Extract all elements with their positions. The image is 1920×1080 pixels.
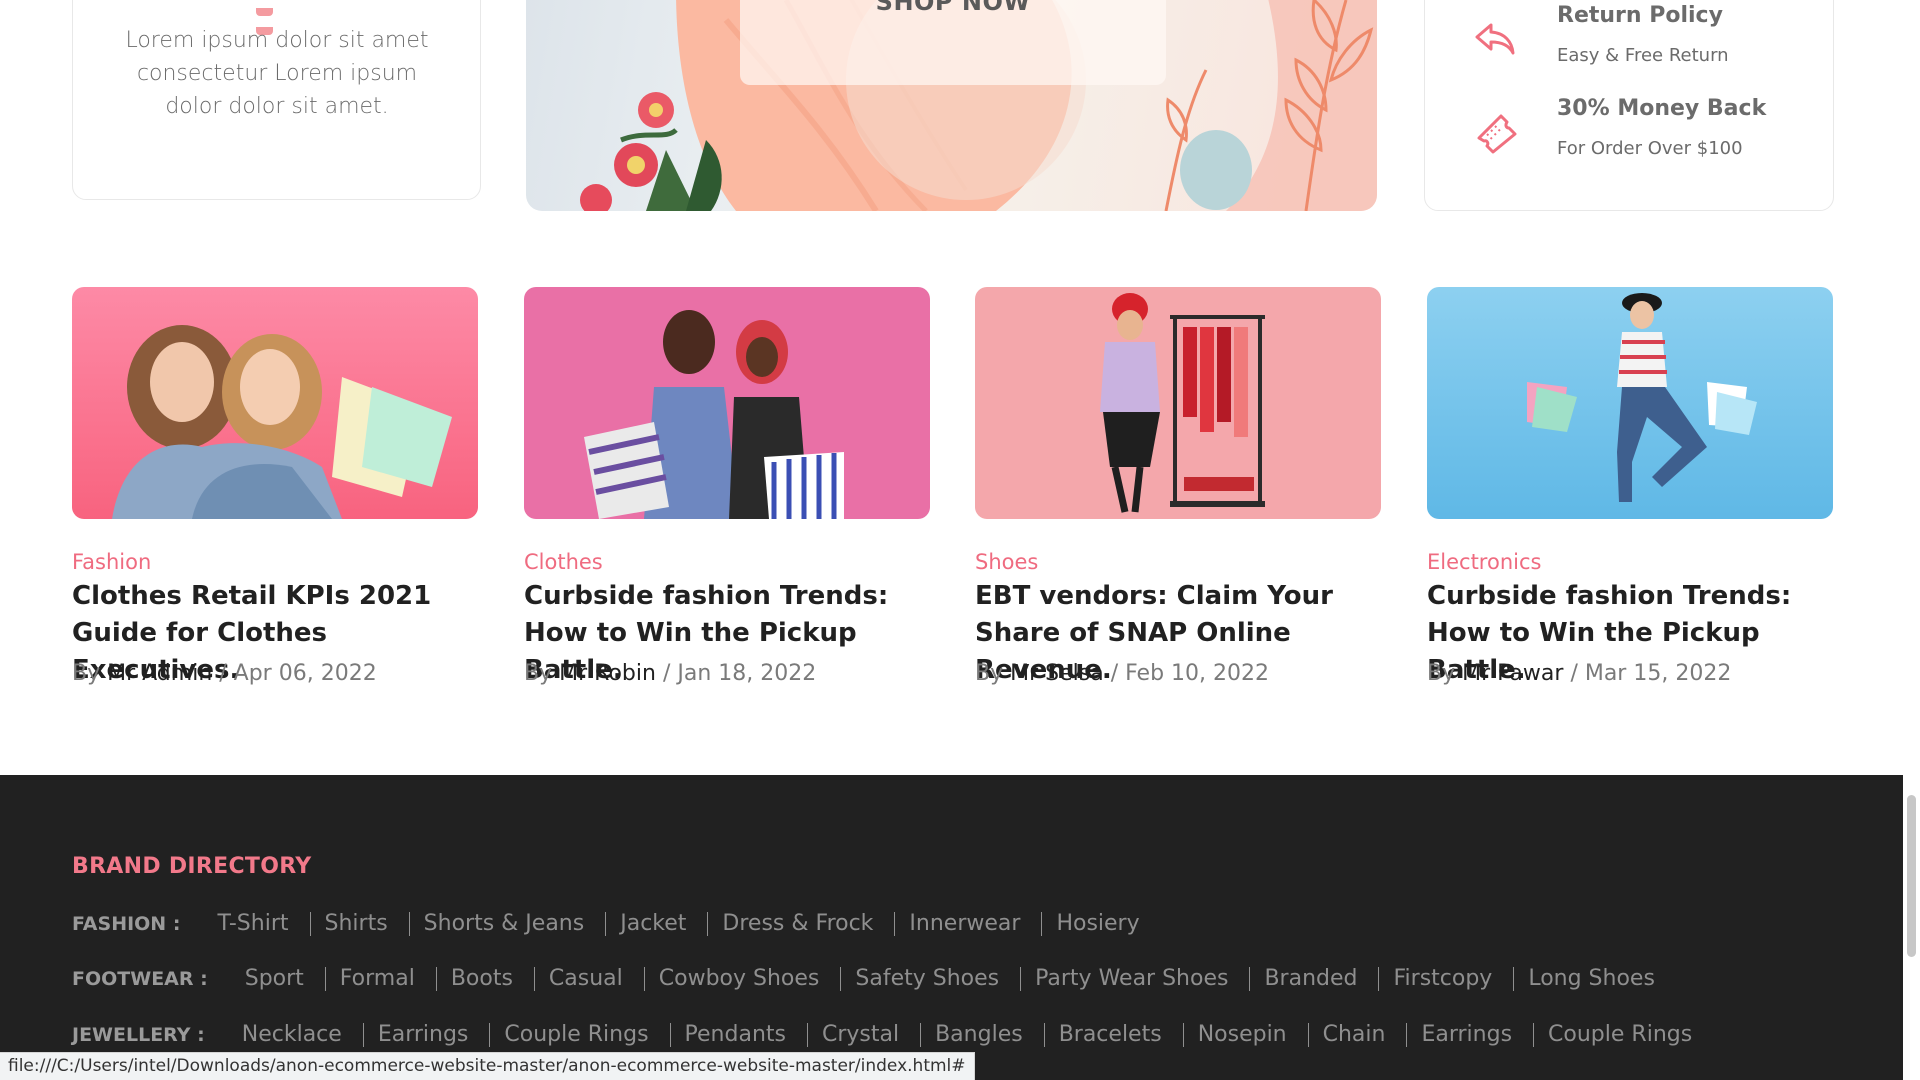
directory-row-footwear: FOOTWEAR : Sport Formal Boots Casual Cow… [72,966,1669,996]
directory-link[interactable]: Cowboy Shoes [643,967,834,991]
footer: BRAND DIRECTORY FASHION : T-Shirt Shirts… [0,775,1903,1080]
directory-link[interactable]: Safety Shoes [840,967,1013,991]
service-money-back: 30% Money Back For Order Over $100 [1471,96,1811,166]
blog-meta: By Mr Robin / Jan 18, 2022 [524,661,816,686]
blog-category[interactable]: Shoes [975,550,1038,574]
directory-link[interactable]: Firstcopy [1378,967,1506,991]
return-arrow-icon [1475,23,1515,55]
blog-by: By [72,661,101,686]
directory-link[interactable]: T-Shirt [203,912,302,936]
blog-card: Fashion Clothes Retail KPIs 2021 Guide f… [72,287,478,707]
services-card: Return Policy Easy & Free Return 30% Mon… [1424,0,1834,211]
service-subtitle: For Order Over $100 [1557,138,1743,159]
scrollbar-thumb[interactable] [1907,795,1916,957]
service-return-policy: Return Policy Easy & Free Return [1471,3,1811,73]
blog-author[interactable]: Mr Pawar [1462,661,1563,686]
directory-link[interactable]: Nosepin [1182,1023,1301,1047]
directory-link[interactable]: Branded [1249,967,1371,991]
directory-label: FOOTWEAR : [72,968,208,990]
blog-image[interactable] [72,287,478,519]
quote-icon [256,1,296,35]
blog-image[interactable] [524,287,930,519]
blog-card: Clothes Curbside fashion Trends: How to … [524,287,930,707]
testimonial-text: Lorem ipsum dolor sit amet consectetur L… [125,28,429,119]
directory-link[interactable]: Hosiery [1041,912,1153,936]
shop-now-panel: SHOP NOW [740,0,1166,85]
directory-link[interactable]: Shorts & Jeans [408,912,599,936]
service-title: Return Policy [1557,3,1723,28]
blog-meta: By Mr Admin / Apr 06, 2022 [72,661,377,686]
directory-link[interactable]: Dress & Frock [707,912,887,936]
directory-row-fashion: FASHION : T-Shirt Shirts Shorts & Jeans … [72,911,1154,941]
blog-by: By [524,661,553,686]
blog-section: Fashion Clothes Retail KPIs 2021 Guide f… [72,287,1834,707]
status-bar-url: file:///C:/Users/intel/Downloads/anon-ec… [0,1052,975,1080]
blog-date: / Mar 15, 2022 [1570,661,1732,686]
directory-link[interactable]: Shirts [309,912,402,936]
blog-meta: By Mr Pawar / Mar 15, 2022 [1427,661,1731,686]
directory-link[interactable]: Casual [533,967,637,991]
directory-row-jewellery: JEWELLERY : Necklace Earrings Couple Rin… [72,1022,1706,1052]
directory-link[interactable]: Boots [435,967,527,991]
directory-link[interactable]: Couple Rings [489,1023,662,1047]
directory-link[interactable]: Bangles [920,1023,1037,1047]
directory-link[interactable]: Pendants [669,1023,800,1047]
blog-date: / Apr 06, 2022 [219,661,377,686]
blog-author[interactable]: Mr Admin [107,661,212,686]
blog-author[interactable]: Mr Robin [559,661,656,686]
service-subtitle: Easy & Free Return [1557,45,1729,66]
blog-category[interactable]: Fashion [72,550,151,574]
directory-link[interactable]: Party Wear Shoes [1020,967,1242,991]
directory-link[interactable]: Chain [1307,1023,1400,1047]
top-section: Lorem ipsum dolor sit amet consectetur L… [0,0,1903,211]
blog-card: Electronics Curbside fashion Trends: How… [1427,287,1833,707]
testimonial-card: Lorem ipsum dolor sit amet consectetur L… [72,0,481,200]
directory-link[interactable]: Couple Rings [1533,1023,1706,1047]
directory-label: JEWELLERY : [72,1024,205,1046]
directory-link[interactable]: Crystal [806,1023,913,1047]
blog-image[interactable] [975,287,1381,519]
directory-link[interactable]: Jacket [605,912,700,936]
directory-link[interactable]: Sport [231,967,318,991]
directory-link[interactable]: Formal [324,967,429,991]
blog-meta: By Mr Selsa / Feb 10, 2022 [975,661,1269,686]
directory-label: FASHION : [72,913,181,935]
blog-by: By [1427,661,1456,686]
service-title: 30% Money Back [1557,96,1767,121]
brand-directory-title: BRAND DIRECTORY [72,854,312,879]
directory-link[interactable]: Bracelets [1043,1023,1176,1047]
shop-now-button[interactable]: SHOP NOW [740,0,1166,16]
ticket-icon [1477,114,1517,154]
blog-category[interactable]: Clothes [524,550,603,574]
blog-date: / Feb 10, 2022 [1110,661,1270,686]
blog-image[interactable] [1427,287,1833,519]
directory-link[interactable]: Earrings [362,1023,483,1047]
blog-by: By [975,661,1004,686]
directory-link[interactable]: Necklace [228,1023,356,1047]
directory-link[interactable]: Long Shoes [1513,967,1669,991]
cta-banner: SHOP NOW [526,0,1377,211]
directory-link[interactable]: Innerwear [894,912,1034,936]
directory-link[interactable]: Earrings [1406,1023,1526,1047]
blog-category[interactable]: Electronics [1427,550,1541,574]
blog-card: Shoes EBT vendors: Claim Your Share of S… [975,287,1381,707]
blog-date: / Jan 18, 2022 [662,661,817,686]
blog-author[interactable]: Mr Selsa [1010,661,1104,686]
